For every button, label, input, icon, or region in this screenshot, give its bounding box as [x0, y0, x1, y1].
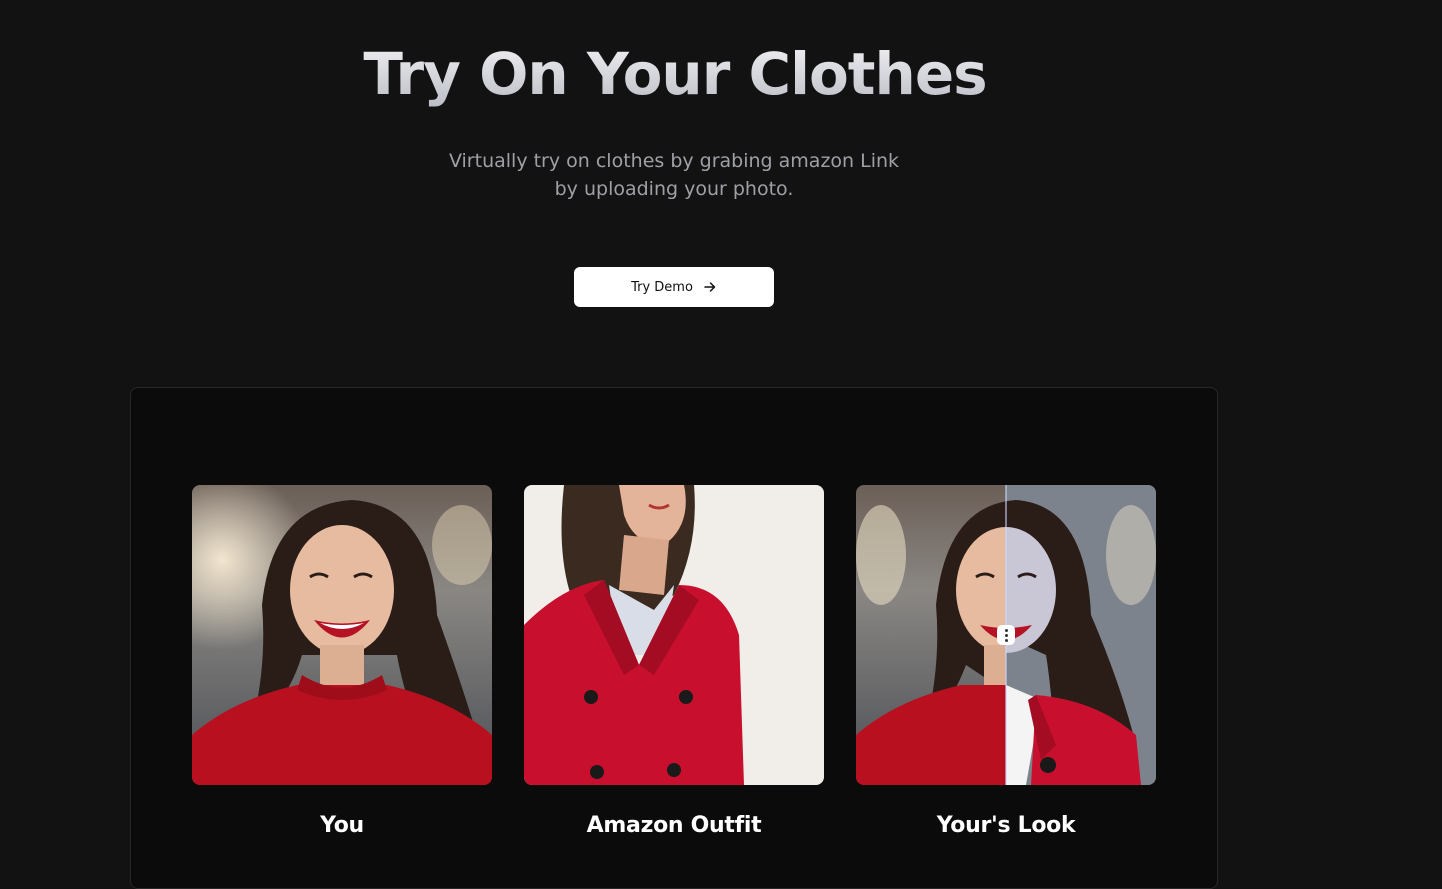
- try-demo-label: Try Demo: [631, 279, 693, 295]
- handle-dot-icon: [1004, 628, 1008, 632]
- try-demo-button[interactable]: Try Demo: [574, 267, 774, 307]
- card-label-you: You: [320, 813, 364, 838]
- page-title: Try On Your Clothes: [0, 38, 1350, 110]
- card-your-look: Your's Look: [856, 485, 1156, 838]
- page-subtitle: Virtually try on clothes by grabing amaz…: [448, 150, 900, 200]
- card-you: You: [192, 485, 492, 838]
- result-photo: [856, 485, 1156, 785]
- card-label-amazon-outfit: Amazon Outfit: [586, 813, 762, 838]
- card-label-your-look: Your's Look: [936, 813, 1076, 838]
- handle-dot-icon: [1004, 633, 1008, 637]
- outfit-photo: [524, 485, 824, 785]
- demo-panel: You Amazon Outfit Your's Look: [130, 387, 1218, 889]
- comparison-slider-handle[interactable]: [997, 625, 1015, 645]
- card-amazon-outfit: Amazon Outfit: [524, 485, 824, 838]
- arrow-right-icon: [704, 282, 716, 292]
- handle-dot-icon: [1004, 638, 1008, 642]
- user-photo: [192, 485, 492, 785]
